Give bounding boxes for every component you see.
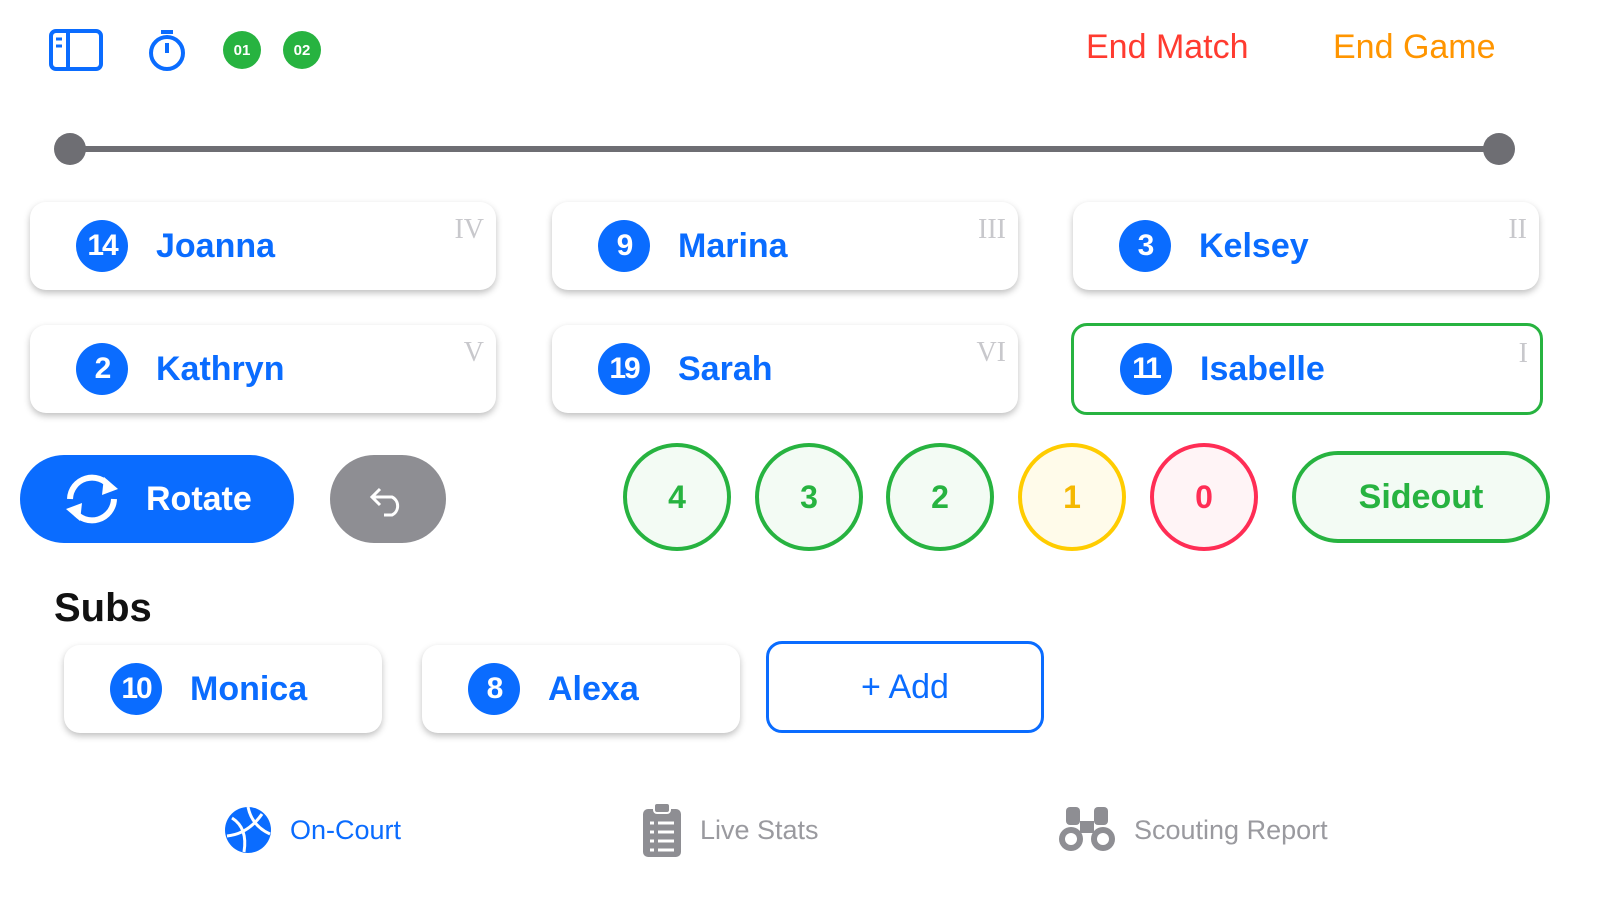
rating-3-button[interactable]: 3 [755,443,863,551]
tab-label: Scouting Report [1134,814,1328,845]
tab-label: Live Stats [700,814,819,845]
timer-icon[interactable] [146,28,188,72]
end-game-button[interactable]: End Game [1333,28,1496,67]
jersey-number: 9 [598,220,650,272]
rotation-position: I [1518,338,1528,369]
subs-heading: Subs [54,586,152,630]
court-player-card[interactable]: 19 Sarah VI [552,325,1018,413]
sub-player-card[interactable]: 10 Monica [64,645,382,733]
player-name: Joanna [156,226,276,265]
slider-thumb-max[interactable] [1483,133,1515,165]
player-name: Kelsey [1199,226,1309,265]
sidebar-toggle-icon[interactable] [48,28,104,72]
volleyball-icon [222,804,274,856]
player-name: Isabelle [1200,349,1325,388]
add-sub-button[interactable]: + Add [766,641,1044,733]
player-name: Marina [678,226,788,265]
jersey-number: 2 [76,343,128,395]
tab-on-court[interactable]: On-Court [222,800,401,860]
jersey-number: 8 [468,663,520,715]
player-name: Alexa [548,669,639,708]
rotation-position: IV [454,214,484,245]
sub-player-card[interactable]: 8 Alexa [422,645,740,733]
jersey-number: 19 [598,343,650,395]
tab-label: On-Court [290,814,402,845]
slider-thumb-min[interactable] [54,133,86,165]
jersey-number: 10 [110,663,162,715]
court-player-card[interactable]: 9 Marina III [552,202,1018,290]
tab-live-stats[interactable]: Live Stats [640,800,819,860]
rotation-position: II [1508,214,1527,245]
rating-4-button[interactable]: 4 [623,443,731,551]
rotation-position: VI [976,337,1006,368]
tab-scouting-report[interactable]: Scouting Report [1056,800,1328,860]
court-player-card[interactable]: 3 Kelsey II [1073,202,1539,290]
slider-track[interactable] [68,146,1500,152]
undo-icon [368,481,408,517]
rating-1-button[interactable]: 1 [1018,443,1126,551]
substitution-badge-2[interactable]: 02 [283,31,321,69]
player-name: Monica [190,669,308,708]
court-player-card[interactable]: 2 Kathryn V [30,325,496,413]
binoculars-icon [1056,805,1118,855]
undo-button[interactable] [330,455,446,543]
jersey-number: 11 [1120,343,1172,395]
rotate-icon [60,471,124,527]
rotation-position: III [978,214,1006,245]
rotate-button[interactable]: Rotate [20,455,294,543]
rotation-position: V [463,337,484,368]
jersey-number: 14 [76,220,128,272]
rating-0-button[interactable]: 0 [1150,443,1258,551]
player-name: Sarah [678,349,773,388]
player-name: Kathryn [156,349,285,388]
court-player-card-selected[interactable]: 11 Isabelle I [1071,323,1543,415]
end-match-button[interactable]: End Match [1086,28,1249,67]
jersey-number: 3 [1119,220,1171,272]
substitution-badge-1[interactable]: 01 [223,31,261,69]
court-player-card[interactable]: 14 Joanna IV [30,202,496,290]
rotate-label: Rotate [146,479,252,518]
sideout-button[interactable]: Sideout [1292,451,1550,543]
rating-2-button[interactable]: 2 [886,443,994,551]
clipboard-icon [640,801,684,859]
